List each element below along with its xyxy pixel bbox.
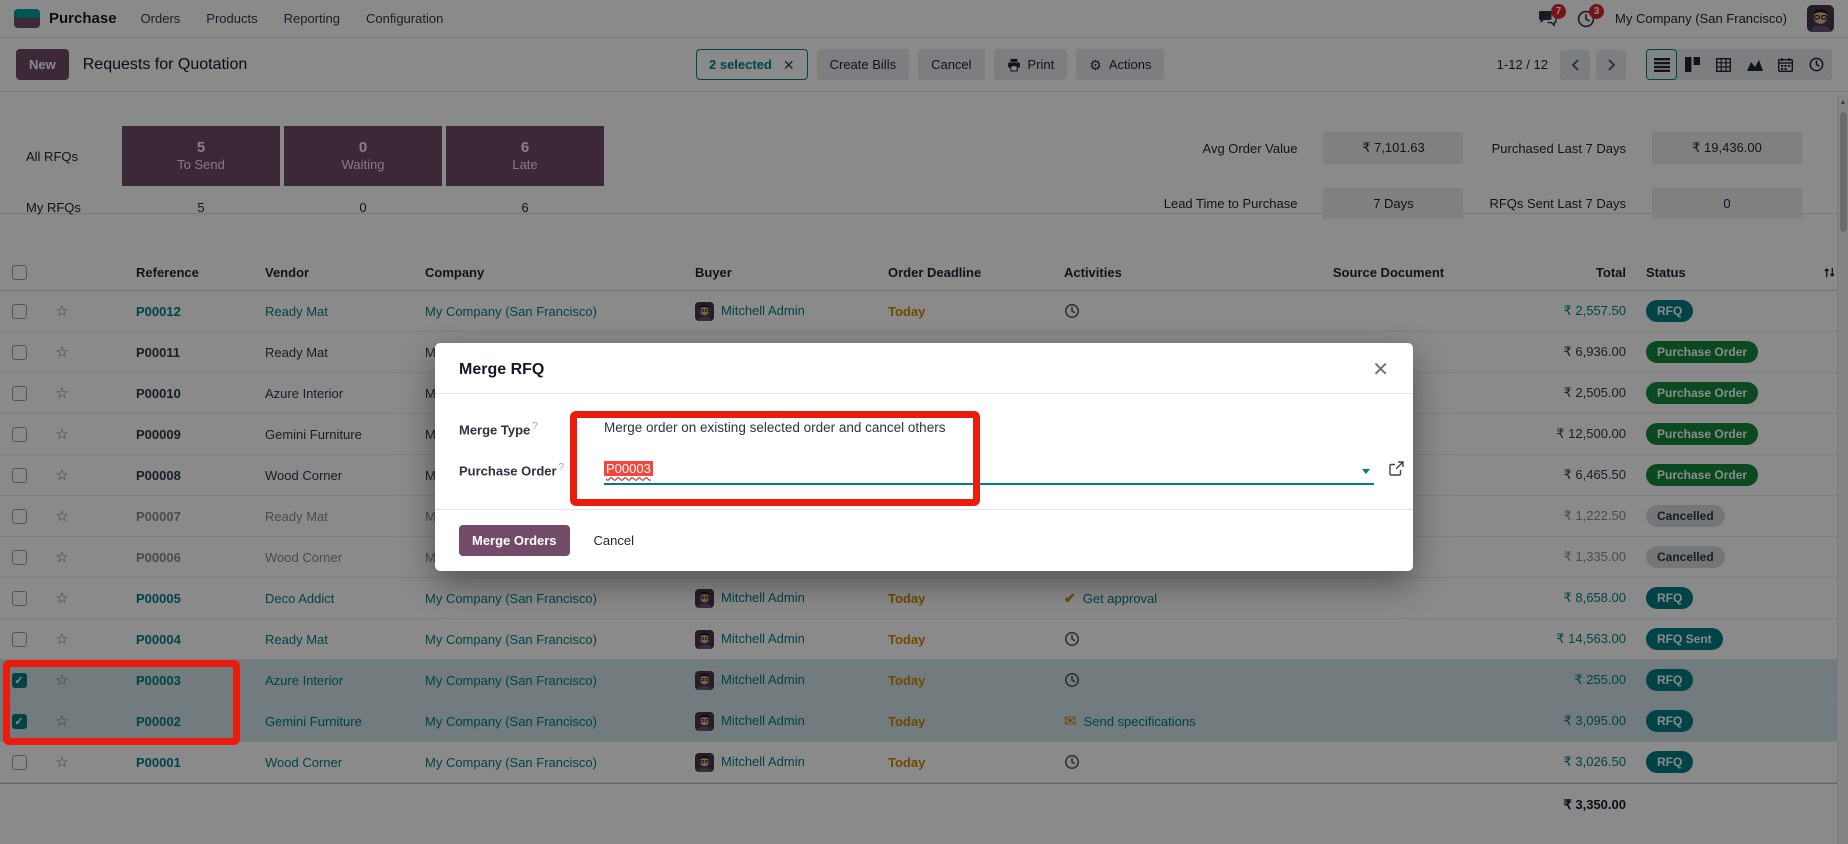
purchase-order-label: Purchase Order? (459, 462, 565, 479)
dropdown-caret-icon[interactable] (1362, 469, 1370, 475)
modal-cancel-button[interactable]: Cancel (594, 533, 634, 548)
merge-type-select[interactable]: Merge order on existing selected order a… (604, 420, 1389, 435)
modal-close-icon[interactable]: ✕ (1372, 360, 1389, 380)
merge-rfq-modal: Merge RFQ ✕ Merge Type? Merge order on e… (435, 343, 1413, 572)
modal-title: Merge RFQ (459, 361, 545, 378)
merge-orders-button[interactable]: Merge Orders (459, 525, 570, 557)
external-link-icon[interactable] (1389, 461, 1404, 479)
purchase-order-value: P00003 (604, 461, 653, 477)
merge-type-label: Merge Type? (459, 421, 538, 438)
purchase-order-input[interactable]: P00003 (604, 461, 1404, 486)
